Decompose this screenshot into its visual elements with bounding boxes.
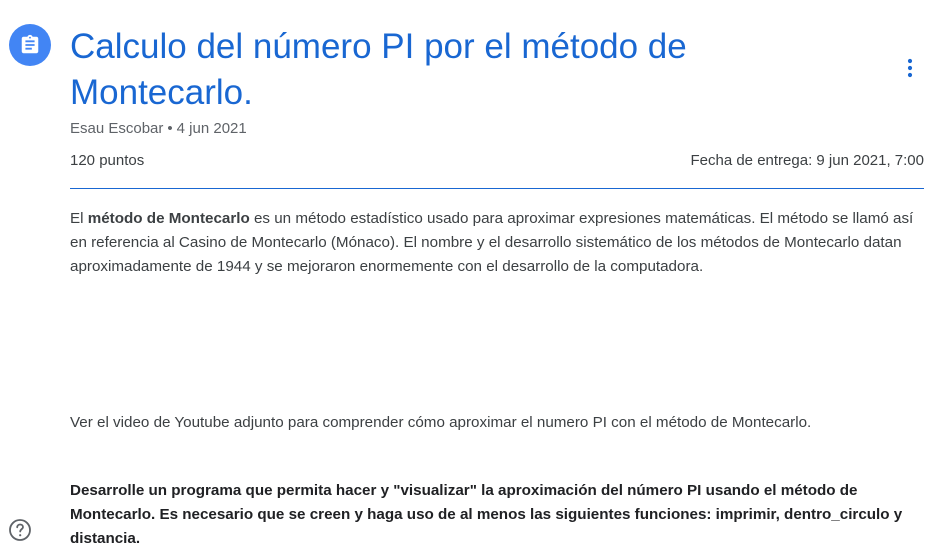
description-paragraph-1: El método de Montecarlo es un método est… [70,207,920,279]
p1-bold-term: método de Montecarlo [87,210,250,227]
assignment-page: Calculo del número PI por el método de M… [0,0,950,544]
assignment-title: Calculo del número PI por el método de M… [70,27,687,112]
more-vert-icon [907,58,913,78]
points-label: 120 puntos [70,152,145,169]
description-paragraph-3: Desarrolle un programa que permita hacer… [70,482,903,544]
help-icon [9,519,31,541]
assignment-icon [9,24,51,66]
author-name: Esau Escobar [70,120,164,137]
p1-intro: El [70,210,88,227]
description-paragraph-2: Ver el video de Youtube adjunto para com… [70,414,812,431]
help-button[interactable] [8,518,32,542]
assignment-meta: Esau Escobar • 4 jun 2021 [70,119,247,139]
meta-separator: • [167,120,173,137]
due-date-label: Fecha de entrega: 9 jun 2021, 7:00 [690,152,924,169]
posted-date: 4 jun 2021 [176,120,247,137]
header-divider [70,188,924,189]
more-options-button[interactable] [896,54,924,82]
